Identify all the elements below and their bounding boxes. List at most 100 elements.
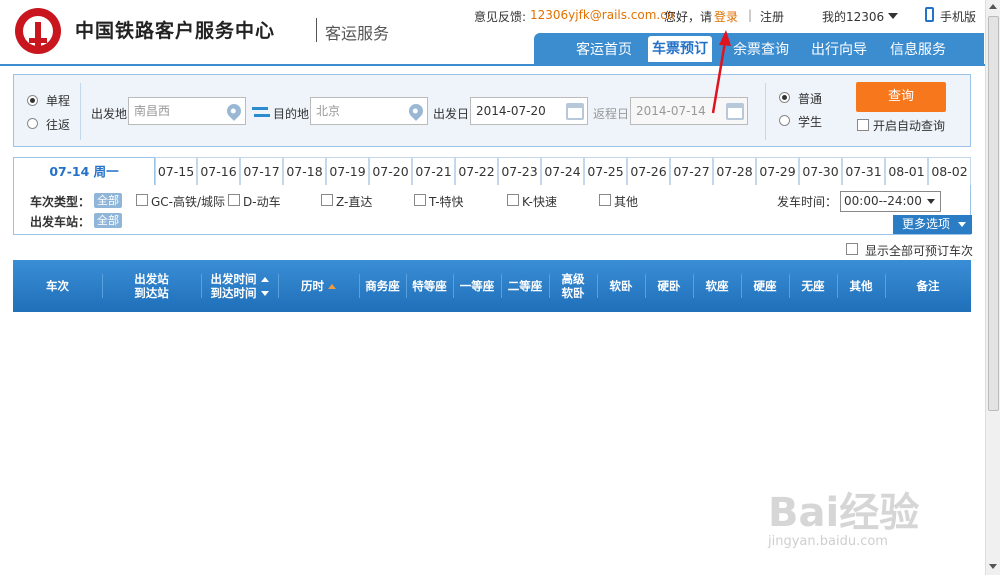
col-other: 其他 — [849, 279, 873, 293]
type-checkbox[interactable] — [414, 194, 426, 206]
col-duration[interactable]: 历时 — [278, 260, 359, 312]
date-tab[interactable]: 07-16 — [197, 157, 240, 185]
from-station-value: 南昌西 — [134, 104, 171, 118]
col-train-no[interactable]: 车次 — [13, 260, 102, 312]
to-label: 目的地 — [273, 107, 310, 121]
from-station-input[interactable]: 南昌西 — [128, 97, 246, 125]
return-date-value: 2014-07-14 — [636, 104, 706, 118]
date-tab[interactable]: 07-27 — [670, 157, 713, 185]
station-all-button[interactable]: 全部 — [94, 213, 122, 228]
round-trip-radio[interactable] — [27, 118, 38, 129]
auto-query-checkbox[interactable] — [857, 119, 869, 131]
header-divider — [0, 64, 985, 66]
query-button[interactable]: 查询 — [856, 82, 946, 112]
location-pin-icon — [406, 101, 426, 121]
sort-down-icon[interactable] — [260, 291, 269, 296]
date-tab[interactable]: 07-19 — [326, 157, 369, 185]
train-type-label: 车次类型： — [30, 195, 91, 209]
filter-panel: 车次类型： 全部 GC-高铁/城际 D-动车 Z-直达 T-特快 K-快速 其他… — [13, 185, 972, 235]
type-checkbox[interactable] — [507, 194, 519, 206]
scrollbar-thumb[interactable] — [988, 16, 999, 411]
date-tab[interactable]: 07-26 — [627, 157, 670, 185]
date-tab[interactable]: 08-02 — [928, 157, 971, 185]
date-tab-active[interactable]: 07-14 周一 — [13, 157, 155, 186]
search-panel: 单程 往返 出发地 南昌西 目的地 北京 出发日 2014-07-20 返程日 … — [13, 74, 971, 147]
type-checkbox[interactable] — [136, 194, 148, 206]
login-link[interactable]: 登录 — [714, 8, 738, 25]
annotation-arrow — [711, 30, 731, 114]
railway-logo-icon[interactable] — [15, 8, 61, 54]
nav-home[interactable]: 客运首页 — [576, 39, 632, 59]
to-station-value: 北京 — [316, 104, 341, 118]
mobile-version-link[interactable]: 手机版 — [940, 8, 976, 25]
col-special: 特等座 — [412, 279, 447, 293]
show-all-checkbox[interactable] — [846, 243, 858, 255]
date-tab[interactable]: 07-29 — [756, 157, 799, 185]
one-way-radio[interactable] — [27, 95, 38, 106]
title-divider — [316, 18, 317, 42]
nav-remaining-tickets[interactable]: 余票查询 — [733, 39, 789, 59]
date-tab[interactable]: 07-31 — [842, 157, 885, 185]
col-hard-sleeper: 硬卧 — [657, 279, 681, 293]
feedback-email-link[interactable]: 12306yjfk@rails.com.cn — [530, 8, 674, 22]
feedback-label: 意见反馈: — [474, 10, 527, 24]
mobile-phone-icon[interactable] — [925, 7, 934, 22]
chevron-down-icon[interactable] — [888, 13, 898, 19]
register-link[interactable]: 注册 — [760, 8, 784, 25]
col-remark: 备注 — [916, 279, 940, 293]
student-ticket-radio[interactable] — [779, 115, 790, 126]
nav-info-service[interactable]: 信息服务 — [890, 39, 946, 59]
student-ticket-label: 学生 — [798, 115, 823, 129]
type-label-z: Z-直达 — [336, 195, 373, 209]
nav-travel-guide[interactable]: 出行向导 — [811, 39, 867, 59]
type-checkbox[interactable] — [228, 194, 240, 206]
date-tab[interactable]: 07-18 — [283, 157, 326, 185]
auto-query-label: 开启自动查询 — [873, 119, 946, 133]
date-tab[interactable]: 07-20 — [369, 157, 412, 185]
col-stations[interactable]: 出发站 到达站 — [102, 260, 201, 312]
type-label-d: D-动车 — [243, 195, 281, 209]
date-tab[interactable]: 07-21 — [412, 157, 455, 185]
round-trip-label: 往返 — [46, 118, 71, 132]
normal-ticket-radio[interactable] — [779, 92, 790, 103]
col-to-station: 到达站 — [134, 286, 169, 300]
more-options-button[interactable]: 更多选项 — [893, 215, 972, 234]
to-station-input[interactable]: 北京 — [310, 97, 428, 125]
scroll-up-arrow-icon[interactable] — [989, 4, 997, 9]
depart-time-select[interactable]: 00:00--24:00 — [840, 191, 941, 212]
col-premium-sleeper-line1: 高级 — [561, 272, 585, 286]
date-tab[interactable]: 07-24 — [541, 157, 584, 185]
depart-date-input[interactable]: 2014-07-20 — [470, 97, 588, 125]
sort-up-icon[interactable] — [260, 277, 269, 282]
type-checkbox[interactable] — [599, 194, 611, 206]
scroll-down-arrow-icon[interactable] — [989, 564, 997, 569]
calendar-icon[interactable] — [566, 103, 584, 120]
date-tab[interactable]: 07-25 — [584, 157, 627, 185]
results-table-header: 车次 出发站 到达站 出发时间 到达时间 历时 商务座 特等座 一等座 二等座 … — [13, 260, 971, 312]
watermark-brand: Bai经验 — [768, 490, 920, 536]
date-tab[interactable]: 08-01 — [885, 157, 928, 185]
col-premium-sleeper-line2: 软卧 — [561, 286, 585, 300]
vertical-scrollbar[interactable] — [985, 0, 1000, 575]
baidu-jingyan-watermark: Bai经验 jingyan.baidu.com — [768, 470, 968, 560]
main-nav: 客运首页 车票预订 余票查询 出行向导 信息服务 — [534, 33, 984, 64]
return-date-label: 返程日 — [593, 107, 630, 121]
col-duration-label: 历时 — [301, 279, 324, 293]
chevron-down-icon — [958, 222, 966, 227]
type-checkbox[interactable] — [321, 194, 333, 206]
col-times[interactable]: 出发时间 到达时间 — [201, 260, 278, 312]
my-account-link[interactable]: 我的12306 — [822, 8, 884, 25]
date-tab[interactable]: 07-30 — [799, 157, 842, 185]
date-tab[interactable]: 07-17 — [240, 157, 283, 185]
col-from-station: 出发站 — [134, 272, 169, 286]
col-hard-seat: 硬座 — [753, 279, 777, 293]
swap-stations-icon[interactable] — [252, 105, 270, 119]
date-tab[interactable]: 07-28 — [713, 157, 756, 185]
date-tab[interactable]: 07-22 — [455, 157, 498, 185]
date-tab[interactable]: 07-15 — [155, 157, 197, 185]
depart-time-label: 发车时间： — [777, 195, 838, 209]
more-options-label: 更多选项 — [902, 217, 951, 231]
train-type-all-button[interactable]: 全部 — [94, 193, 122, 208]
sort-up-icon[interactable] — [328, 283, 336, 289]
date-tab[interactable]: 07-23 — [498, 157, 541, 185]
